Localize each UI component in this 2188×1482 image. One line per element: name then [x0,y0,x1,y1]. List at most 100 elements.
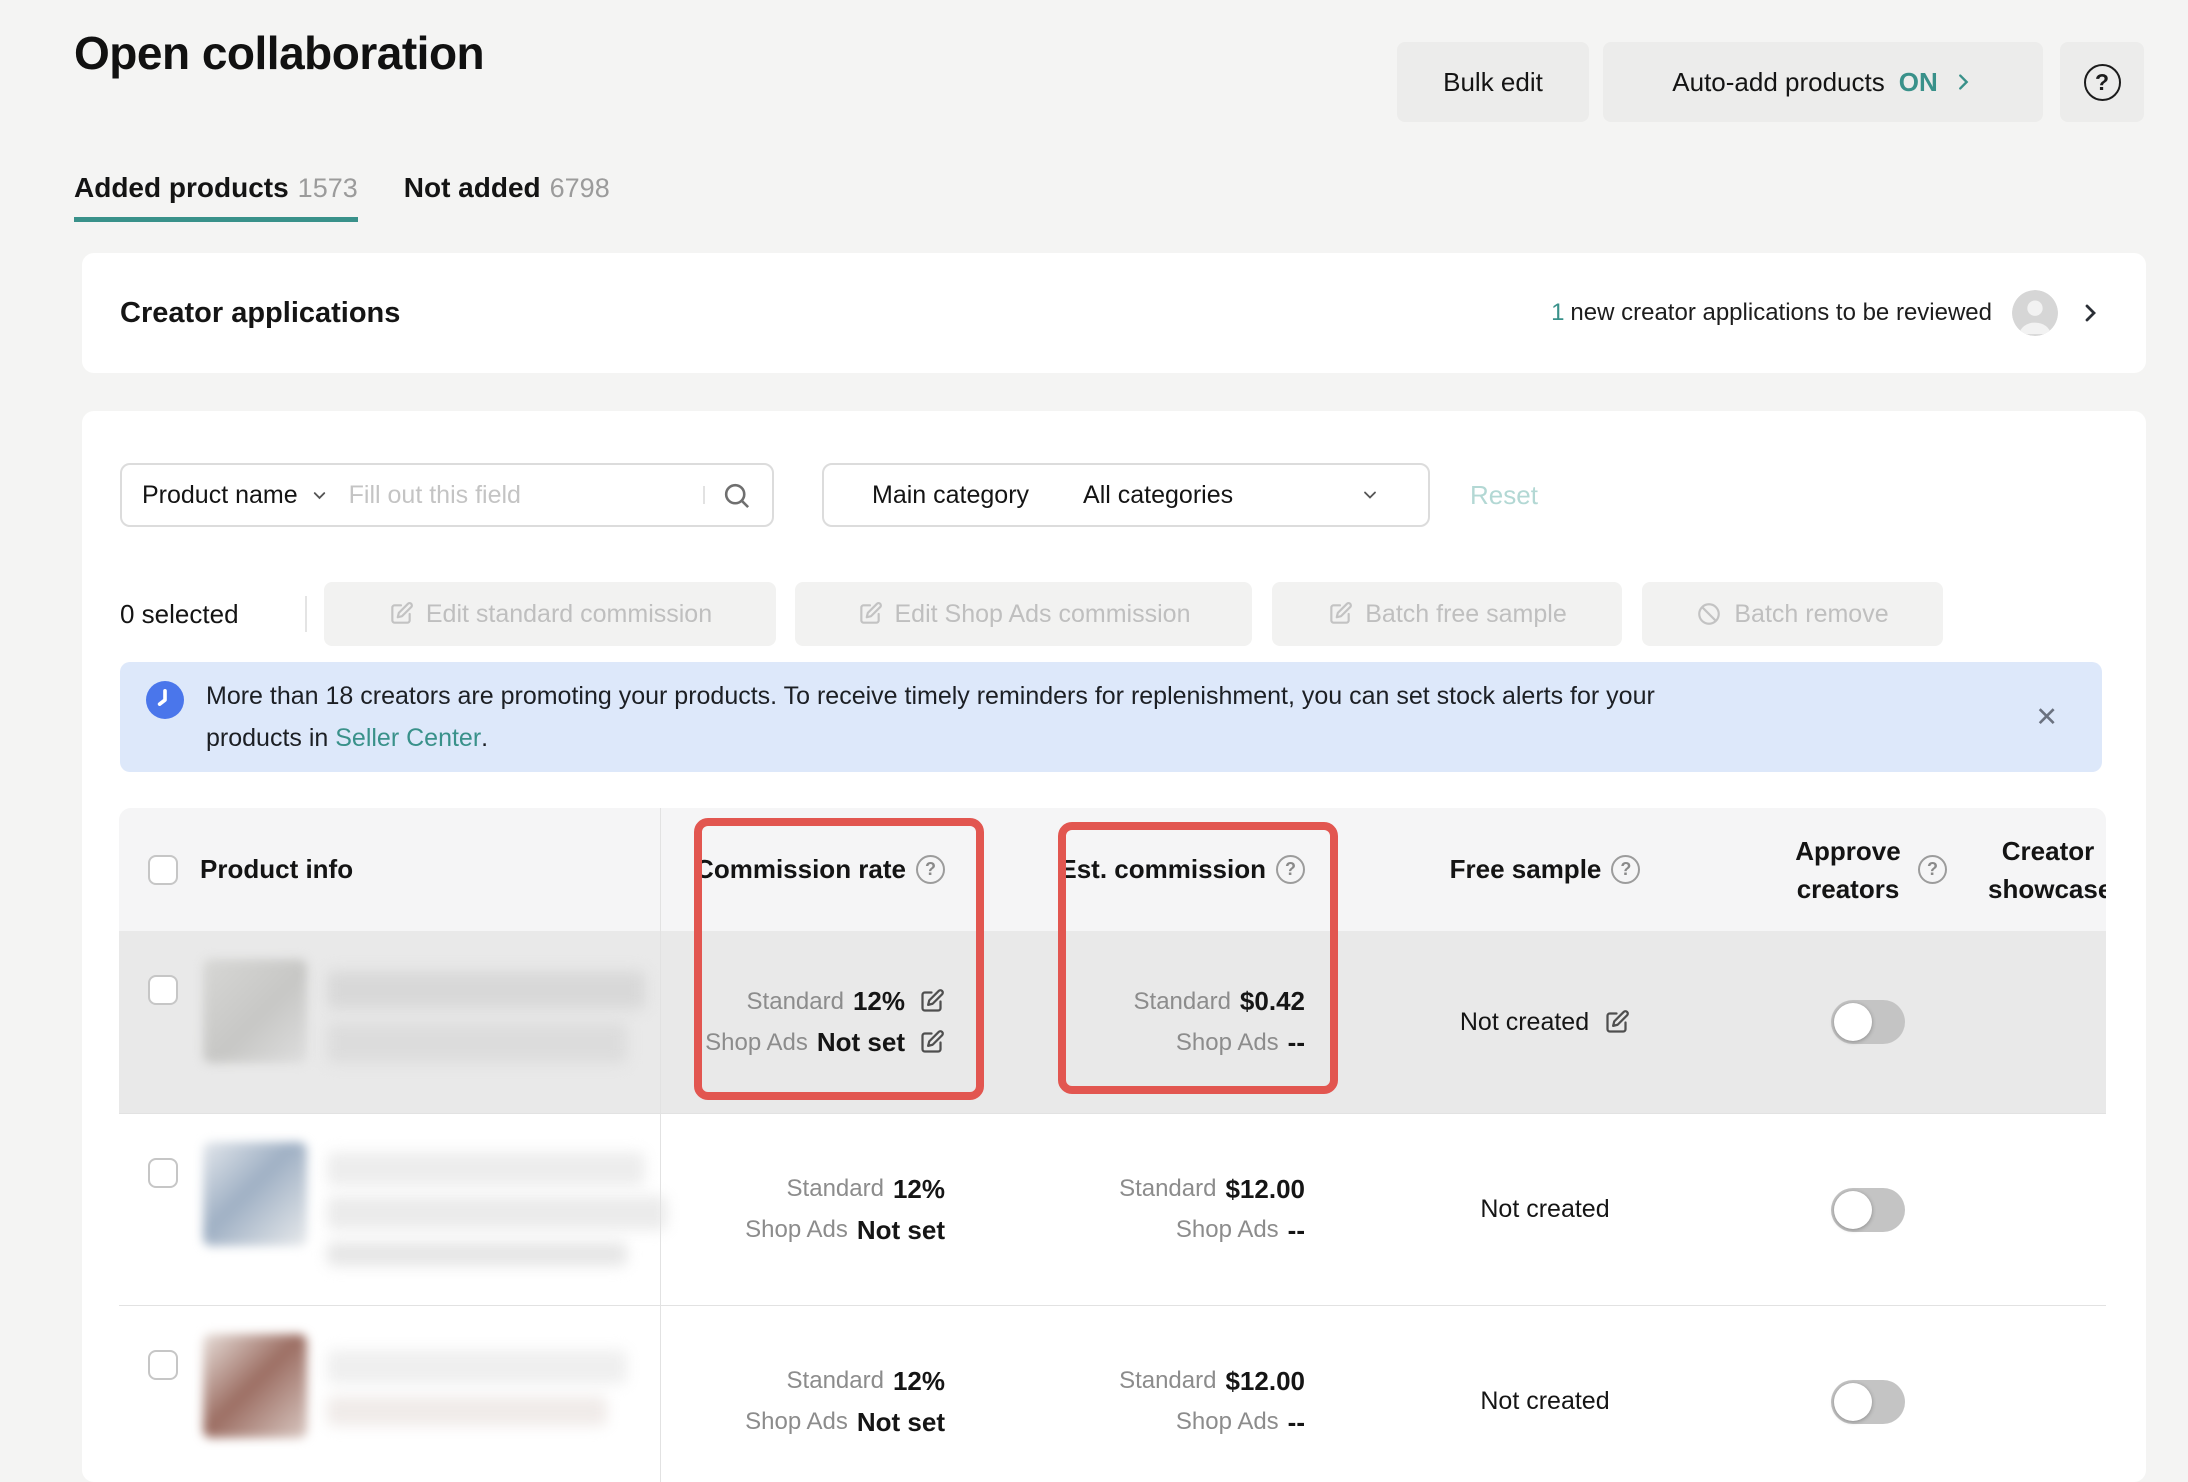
shop-ads-label: Shop Ads [1176,1408,1279,1436]
button-label: Edit standard commission [426,600,712,629]
creator-applications-summary: 1new creator applications to be reviewed [1551,253,2102,373]
commission-rate-cell: Standard 12% Shop Ads Not set [660,931,985,1113]
row-checkbox[interactable] [148,975,178,1005]
banner-line1: More than 18 creators are promoting your… [206,682,1655,710]
edit-icon[interactable] [1603,1009,1630,1036]
button-label: Edit Shop Ads commission [895,600,1191,629]
blurred-product-name [327,1023,627,1063]
est-commission-cell: Standard $0.42 Shop Ads -- [985,931,1345,1113]
chevron-down-icon[interactable] [310,486,329,505]
table-row: Standard 12% Shop Ads Not set [119,931,2106,1113]
column-header-free-sample: Free sample [1450,854,1602,885]
question-icon[interactable]: ? [916,855,945,884]
est-standard-value: $0.42 [1240,986,1305,1017]
free-sample-status: Not created [1480,1195,1609,1224]
creator-applications-title: Creator applications [120,253,400,373]
button-label: Batch free sample [1365,600,1567,629]
row-checkbox[interactable] [148,1350,178,1380]
chevron-right-icon[interactable] [2078,301,2102,325]
edit-shop-ads-commission-button[interactable]: Edit Shop Ads commission [795,582,1252,646]
question-icon[interactable]: ? [1276,855,1305,884]
search-input[interactable] [349,481,697,510]
approve-creators-cell [1745,1306,1990,1482]
open-collaboration-page: Open collaboration Bulk edit Auto-add pr… [0,0,2188,1482]
auto-add-label: Auto-add products [1672,67,1884,98]
page-title: Open collaboration [74,26,484,80]
tab-label: Not added [404,172,541,204]
tab-not-added[interactable]: Not added 6798 [404,172,610,222]
toggle-knob [1834,1383,1872,1421]
tab-count: 6798 [550,173,610,204]
tab-label: Added products [74,172,289,204]
product-info-cell [119,1306,660,1482]
approve-creators-toggle[interactable] [1831,1000,1905,1044]
column-header-commission-rate: Commission rate [695,854,906,885]
bulk-edit-button[interactable]: Bulk edit [1397,42,1589,122]
est-shop-ads-value: -- [1288,1027,1305,1058]
edit-icon [388,601,414,627]
est-shop-ads-value: -- [1288,1215,1305,1246]
blurred-product-name [327,1350,627,1384]
approve-creators-toggle[interactable] [1831,1380,1905,1424]
banner-message: More than 18 creators are promoting your… [206,675,2006,759]
main-category-filter[interactable]: Main category All categories [822,463,1430,527]
edit-icon[interactable] [918,1029,945,1056]
bulk-actions-bar: 0 selected Edit standard commission Edit… [82,582,2146,646]
product-thumbnail [203,1334,307,1438]
est-shop-ads-value: -- [1288,1407,1305,1438]
shop-ads-label: Shop Ads [745,1408,848,1436]
approve-creators-cell [1745,1114,1990,1305]
reset-filters-button[interactable]: Reset [1470,463,1538,527]
table-row: Standard 12% Shop Ads Not set Standard $… [119,1113,2106,1305]
banner-line2-before: products in [206,724,335,752]
shop-ads-label: Shop Ads [745,1216,848,1244]
creator-applications-message: 1new creator applications to be reviewed [1551,299,1992,327]
products-panel: Product name Main category All categorie… [82,411,2146,1482]
creator-showcase-cell [1990,1114,2106,1305]
standard-commission-value: 12% [893,1366,945,1397]
free-sample-cell: Not created [1345,1306,1745,1482]
commission-rate-cell: Standard 12% Shop Ads Not set [660,1114,985,1305]
search-icon[interactable] [721,480,752,511]
approve-creators-toggle[interactable] [1831,1188,1905,1232]
stock-alert-banner: More than 18 creators are promoting your… [120,662,2102,772]
free-sample-cell: Not created [1345,931,1745,1113]
table-row: Standard 12% Shop Ads Not set Standard $… [119,1305,2106,1482]
blurred-product-name [327,1196,667,1230]
auto-add-products-button[interactable]: Auto-add products ON [1603,42,2043,122]
batch-free-sample-button[interactable]: Batch free sample [1272,582,1622,646]
product-thumbnail [203,959,307,1063]
tab-added-products[interactable]: Added products 1573 [74,172,358,222]
creator-applications-card[interactable]: Creator applications 1new creator applic… [82,253,2146,373]
chevron-right-icon [1952,71,1974,93]
seller-center-link[interactable]: Seller Center [335,724,481,752]
question-icon[interactable]: ? [1918,855,1947,884]
blurred-product-name [327,1152,645,1186]
approve-creators-cell [1745,931,1990,1113]
search-field-selector[interactable]: Product name [142,481,298,510]
toggle-knob [1834,1191,1872,1229]
edit-standard-commission-button[interactable]: Edit standard commission [324,582,776,646]
product-thumbnail [203,1142,307,1246]
standard-commission-value: 12% [893,1174,945,1205]
select-all-checkbox[interactable] [148,855,178,885]
shop-ads-commission-value: Not set [857,1407,945,1438]
est-commission-cell: Standard $12.00 Shop Ads -- [985,1306,1345,1482]
row-checkbox[interactable] [148,1158,178,1188]
close-banner-icon[interactable]: ✕ [2035,662,2058,772]
commission-rate-cell: Standard 12% Shop Ads Not set [660,1306,985,1482]
batch-remove-button[interactable]: Batch remove [1642,582,1943,646]
edit-icon[interactable] [918,988,945,1015]
est-commission-cell: Standard $12.00 Shop Ads -- [985,1114,1345,1305]
question-icon[interactable]: ? [1611,855,1640,884]
column-header-approve-creators: Approve creators [1788,832,1908,908]
toggle-knob [1834,1003,1872,1041]
auto-add-state: ON [1899,67,1938,98]
column-header-creator-showcase: Creator showcase [1988,832,2106,908]
help-button[interactable]: ? [2060,42,2144,122]
standard-label: Standard [1119,1367,1216,1395]
free-sample-status: Not created [1460,1008,1589,1037]
column-divider [660,808,661,1482]
input-divider [703,486,705,504]
standard-label: Standard [1119,1175,1216,1203]
